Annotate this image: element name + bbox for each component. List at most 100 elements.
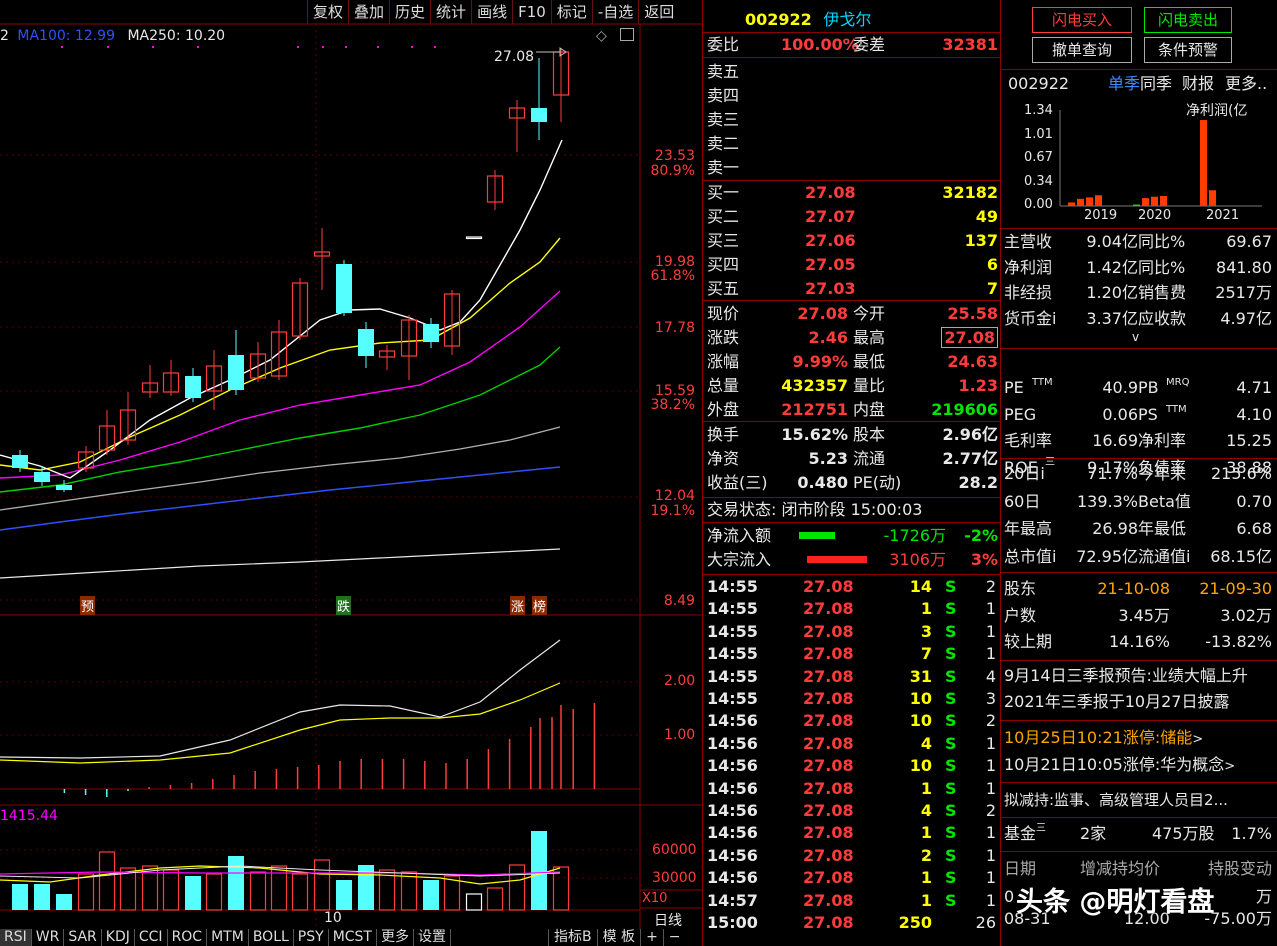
chevron-right-icon[interactable]: >: [1192, 732, 1203, 747]
tick-row: 14:55 27.08 7 S 1: [707, 643, 998, 666]
indicator-tab-psy[interactable]: PSY: [294, 929, 329, 946]
tab-same-quarter[interactable]: 同季: [1140, 73, 1172, 95]
stat2-label: 收益(三): [707, 473, 768, 492]
sell-label: 卖一: [707, 158, 740, 177]
volume-bar-1: [34, 884, 50, 910]
fin-row-3: 货币金i 3.37亿 应收款 4.97亿: [1004, 308, 1274, 330]
indicator-right-3[interactable]: −: [662, 929, 686, 946]
holder-value2: 3.02万: [1220, 605, 1272, 625]
tick-side: S: [945, 644, 957, 664]
perf-value: 71.7%: [1087, 464, 1138, 483]
tick-count: 1: [985, 845, 996, 865]
toolbar-item-4[interactable]: 画线: [471, 0, 512, 24]
tab-report[interactable]: 财报: [1182, 73, 1214, 95]
flash-buy-button[interactable]: 闪电买入: [1032, 7, 1132, 33]
indicator-tab-更多[interactable]: 更多: [377, 929, 414, 946]
event-mark-0[interactable]: 预: [80, 596, 96, 615]
candle-body-10: [228, 355, 244, 390]
period-label[interactable]: 日线: [654, 910, 682, 930]
holder-row-1: 户数 3.45万 3.02万: [1004, 605, 1274, 627]
watermark: 头条 @明灯看盘: [1016, 887, 1215, 918]
tick-row: 14:55 27.08 1 S 1: [707, 598, 998, 621]
weibi-value: 100.00%: [781, 35, 859, 54]
indicator-tab-kdj[interactable]: KDJ: [102, 929, 135, 946]
buy-label: 买三: [707, 231, 740, 250]
tick-row: 14:56 27.08 10 S 2: [707, 710, 998, 733]
kline-chart-area[interactable]: 复权 叠加 历史 统计 画线 F10 标记 -自选 返回 2 MA100: 12.99 MA25…: [0, 0, 702, 946]
trade-status: 交易状态: 闭市阶段 15:00:03: [707, 500, 923, 519]
tick-time: 14:56: [707, 756, 758, 776]
news-item-0[interactable]: 9月14日三季报预告:业绩大幅上升: [1004, 665, 1274, 687]
stat2-value2: 2.77亿: [942, 449, 998, 468]
indicator-tab-roc[interactable]: ROC: [168, 929, 208, 946]
weibi-label: 委比: [707, 35, 740, 54]
price-axis-label-1: 80.9%: [650, 163, 695, 179]
tick-time: 14:56: [707, 845, 758, 865]
weicha-value: 32381: [942, 35, 998, 54]
event-mark-1[interactable]: 跌: [336, 596, 352, 615]
diamond-icon[interactable]: ◇: [596, 28, 607, 44]
limit-up-row-0[interactable]: 10月25日10:21涨停:储能>: [1004, 727, 1274, 749]
tick-side: S: [945, 845, 957, 865]
indicator-tab-sar[interactable]: SAR: [64, 929, 102, 946]
flow-pct: -2%: [964, 526, 998, 545]
val-label: 毛利率: [1004, 431, 1053, 450]
stat-value: 212751: [781, 400, 848, 419]
chevron-right-icon[interactable]: >: [1224, 759, 1235, 774]
tick-count: 3: [985, 689, 996, 708]
indicator-tab-wr[interactable]: WR: [32, 929, 65, 946]
mini-year-2: 2021: [1206, 208, 1240, 223]
cancel-order-button[interactable]: 撤单查询: [1032, 37, 1132, 63]
buy-volume: 137: [964, 231, 998, 250]
indicator-right-1[interactable]: 模 板: [596, 929, 640, 946]
indicator-tab-mcst[interactable]: MCST: [329, 929, 377, 946]
flash-sell-button[interactable]: 闪电卖出: [1144, 7, 1232, 33]
tick-time: 14:55: [707, 689, 758, 708]
tick-volume: 10: [909, 689, 932, 708]
stat2-value: 15.62%: [781, 425, 848, 444]
toolbar-item-8[interactable]: 返回: [638, 0, 679, 24]
event-mark-3[interactable]: 榜: [532, 596, 548, 615]
indicator-tab-mtm[interactable]: MTM: [207, 929, 249, 946]
toolbar-item-1[interactable]: 叠加: [348, 0, 389, 24]
indicator-right-0[interactable]: 指标B: [548, 929, 597, 946]
news-item-1[interactable]: 2021年三季报于10月27日披露: [1004, 691, 1274, 713]
reduce-holding-notice[interactable]: 拟减持:监事、高级管理人员目2...: [1004, 789, 1274, 811]
condition-alert-button[interactable]: 条件预警: [1144, 37, 1232, 63]
tick-volume: 3: [920, 621, 932, 641]
stat2-label2: 股本: [853, 425, 886, 444]
flow-label: 净流入额: [707, 526, 772, 545]
flow-bar: [807, 556, 867, 563]
quote-panel: 002922 伊戈尔 委比 100.00% 委差 32381 卖五 卖四 卖三 卖二卖…: [702, 0, 1001, 946]
toolbar-item-0[interactable]: 复权: [307, 0, 348, 24]
window-toggle-icon[interactable]: [620, 28, 634, 41]
indicator-tab-rsi[interactable]: RSI: [0, 929, 32, 946]
limit-up-row-1[interactable]: 10月21日10:05涨停:华为概念>: [1004, 754, 1274, 776]
indicator-tab-设置[interactable]: 设置: [414, 929, 451, 946]
tick-count: 1: [985, 890, 996, 910]
toolbar-item-5[interactable]: F10: [512, 0, 551, 24]
indicator-tab-cci[interactable]: CCI: [135, 929, 168, 946]
sell-row-0: 卖五: [707, 60, 998, 83]
tick-time: 14:56: [707, 823, 758, 843]
kline-chart-svg[interactable]: [0, 0, 702, 946]
tick-price: 27.08: [803, 666, 854, 686]
tick-count: 1: [985, 733, 996, 753]
holder-change-header: 日期 增减持均价 持股变动: [1004, 858, 1274, 880]
perf-row-2: 年最高 26.98 年最低 6.68: [1004, 518, 1274, 540]
tick-time: 14:56: [707, 778, 758, 798]
toolbar-item-7[interactable]: -自选: [591, 0, 638, 24]
indicator-right-2[interactable]: +: [640, 929, 663, 946]
stat-label2: 量比: [853, 376, 886, 395]
indicator-tab-boll[interactable]: BOLL: [249, 929, 294, 946]
expand-chevron-icon[interactable]: v: [1132, 330, 1139, 344]
toolbar-item-3[interactable]: 统计: [430, 0, 471, 24]
volume-bar-22: [486, 887, 504, 911]
toolbar-item-6[interactable]: 标记: [550, 0, 592, 24]
tick-time: 14:56: [707, 711, 758, 731]
buy-volume: 6: [986, 255, 998, 274]
tab-single-quarter[interactable]: 单季: [1108, 73, 1140, 95]
event-mark-2[interactable]: 涨: [510, 596, 526, 615]
tab-more[interactable]: 更多..: [1225, 73, 1267, 95]
toolbar-item-2[interactable]: 历史: [389, 0, 430, 24]
